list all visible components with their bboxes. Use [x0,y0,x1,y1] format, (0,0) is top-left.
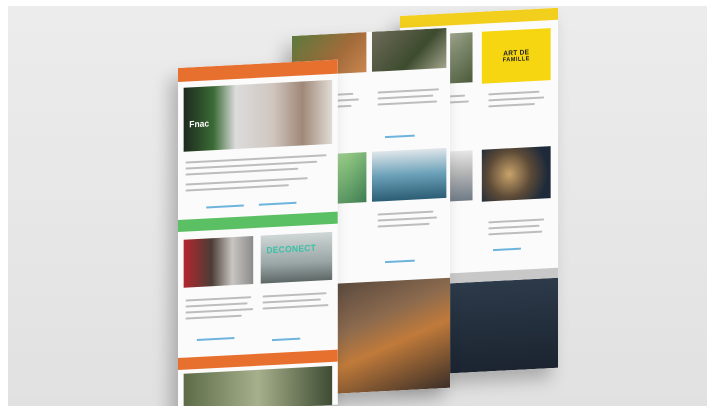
brand-logo-line2: FAMILLE [502,55,530,64]
photo-team-event [183,79,333,152]
text-line [488,230,543,236]
text-line [377,216,438,222]
text-line [185,314,242,320]
text-line [377,222,430,228]
text-line [185,184,289,192]
text-line [185,302,248,308]
photo-deconnect-screen [260,231,333,284]
page-header-orange [178,59,338,82]
read-more-link[interactable] [206,204,244,209]
text-line [377,100,438,106]
text-line [488,96,545,102]
page-header-yellow [400,7,559,28]
newsletter-stack: ART DE FAMILLE Fnac DECONECT [8,6,707,406]
text-line [185,308,254,314]
brand-logo: ART DE FAMILLE [481,28,551,84]
text-line [262,298,321,304]
photo-artwork [481,146,551,202]
photo-people-talking [183,236,254,288]
read-more-link[interactable] [385,259,415,264]
text-line [377,94,434,100]
newsletter-page-front: Fnac DECONECT [178,59,338,406]
text-line [488,90,540,96]
text-line [377,210,434,216]
text-line [185,296,252,302]
text-line [377,88,439,94]
text-line [488,102,535,108]
read-more-link[interactable] [196,337,235,342]
read-more-link[interactable] [493,247,521,252]
read-more-link[interactable] [272,337,301,342]
text-line [488,224,540,230]
photo-garden [371,27,447,72]
text-line [185,177,308,186]
mockup-background: ART DE FAMILLE Fnac DECONECT [8,6,707,406]
read-more-link[interactable] [385,134,415,139]
text-line [262,304,329,310]
photo-footer [183,365,333,406]
text-line [185,167,299,176]
read-more-link[interactable] [258,201,297,206]
text-line [262,292,327,298]
photo-warehouse-barrels [371,147,447,202]
text-line [488,218,545,224]
photo-sign-text: Fnac [189,118,210,130]
section-header-green [178,211,338,232]
